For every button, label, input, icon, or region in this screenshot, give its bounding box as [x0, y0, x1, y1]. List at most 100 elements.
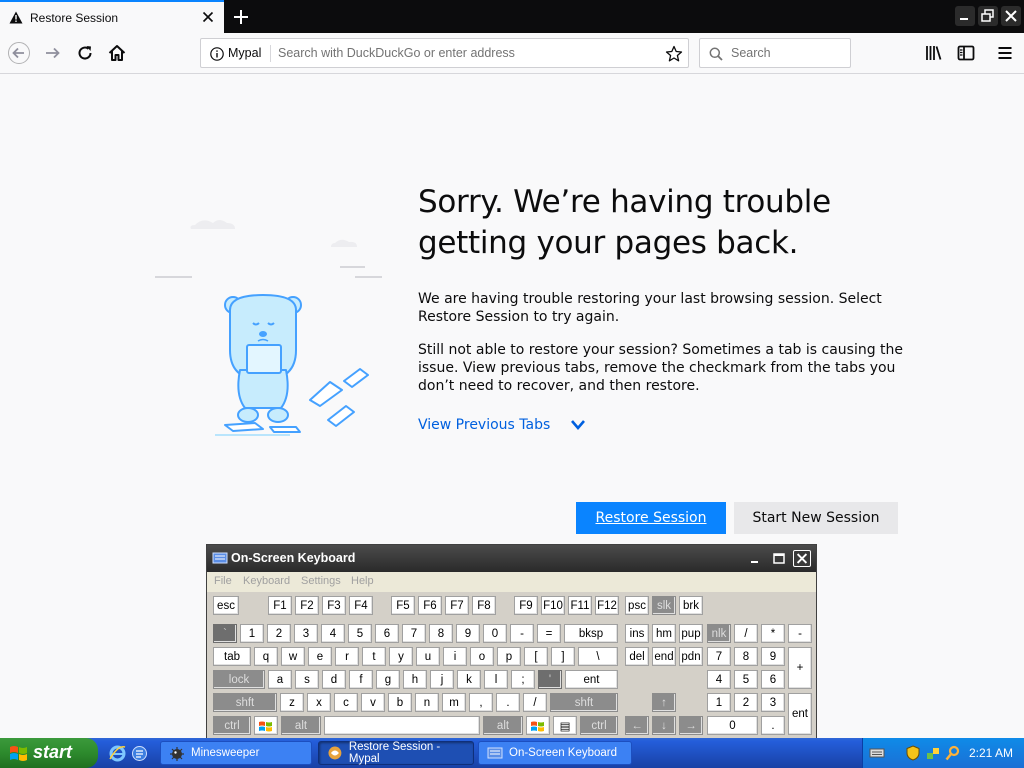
- osk-key-v[interactable]: v: [361, 693, 385, 712]
- osk-key-d[interactable]: d: [322, 670, 346, 689]
- restore-session-button[interactable]: Restore Session: [576, 502, 726, 534]
- osk-key-brk[interactable]: brk: [679, 596, 703, 615]
- osk-key-a[interactable]: a: [268, 670, 292, 689]
- osk-key-F3[interactable]: F3: [322, 596, 346, 615]
- osk-key-6[interactable]: 6: [375, 624, 399, 643]
- view-previous-tabs-link[interactable]: View Previous Tabs: [418, 417, 585, 433]
- osk-key-ins[interactable]: ins: [625, 624, 649, 643]
- keyboard-tray-icon[interactable]: [869, 745, 885, 761]
- osk-key-42[interactable]: *: [761, 624, 785, 643]
- osk-key-x[interactable]: x: [307, 693, 331, 712]
- osk-minimize-icon[interactable]: [746, 550, 764, 567]
- osk-key-9636[interactable]: ▤: [553, 716, 577, 735]
- search-bar[interactable]: [699, 38, 851, 68]
- osk-menu-settings[interactable]: Settings: [301, 575, 341, 587]
- osk-key-F8[interactable]: F8: [472, 596, 496, 615]
- osk-key-47[interactable]: /: [523, 693, 547, 712]
- osk-key-39[interactable]: ': [538, 670, 562, 689]
- osk-key-F12[interactable]: F12: [595, 596, 619, 615]
- osk-key-y[interactable]: y: [389, 647, 413, 666]
- osk-key-44[interactable]: ,: [469, 693, 493, 712]
- osk-key-k[interactable]: k: [457, 670, 481, 689]
- osk-key-46[interactable]: .: [761, 716, 785, 735]
- osk-key-43[interactable]: +: [788, 647, 812, 689]
- osk-key-win[interactable]: [526, 716, 550, 735]
- osk-key-5[interactable]: 5: [734, 670, 758, 689]
- osk-key-h[interactable]: h: [403, 670, 427, 689]
- osk-key-F7[interactable]: F7: [445, 596, 469, 615]
- tab-close-icon[interactable]: [200, 9, 216, 25]
- osk-titlebar[interactable]: On-Screen Keyboard: [207, 545, 816, 572]
- osk-key-4[interactable]: 4: [321, 624, 345, 643]
- window-restore-button[interactable]: [978, 6, 998, 26]
- osk-key-q[interactable]: q: [254, 647, 278, 666]
- osk-key-8[interactable]: 8: [429, 624, 453, 643]
- taskbar-item-on-screen-keyboard[interactable]: On-Screen Keyboard: [478, 741, 632, 765]
- osk-key-p[interactable]: p: [497, 647, 521, 666]
- bookmark-star-icon[interactable]: [665, 45, 683, 63]
- osk-key-8593[interactable]: ↑: [652, 693, 676, 712]
- sidebar-icon[interactable]: [955, 42, 977, 64]
- osk-key-ctrl[interactable]: ctrl: [213, 716, 251, 735]
- osk-key-5[interactable]: 5: [348, 624, 372, 643]
- osk-key-F6[interactable]: F6: [418, 596, 442, 615]
- osk-key-m[interactable]: m: [442, 693, 466, 712]
- osk-key-8595[interactable]: ↓: [652, 716, 676, 735]
- osk-key-shft[interactable]: shft: [550, 693, 618, 712]
- osk-key-F4[interactable]: F4: [349, 596, 373, 615]
- osk-key-u[interactable]: u: [416, 647, 440, 666]
- osk-key-t[interactable]: t: [362, 647, 386, 666]
- network-icon[interactable]: [925, 745, 941, 761]
- osk-key-1[interactable]: 1: [240, 624, 264, 643]
- osk-key-i[interactable]: i: [443, 647, 467, 666]
- osk-key-F1[interactable]: F1: [268, 596, 292, 615]
- url-input[interactable]: [278, 43, 648, 63]
- osk-key-8594[interactable]: →: [679, 716, 703, 735]
- osk-key-ent[interactable]: ent: [565, 670, 618, 689]
- new-tab-icon[interactable]: [230, 6, 252, 28]
- osk-key-pdn[interactable]: pdn: [679, 647, 703, 666]
- osk-key-r[interactable]: r: [335, 647, 359, 666]
- osk-key-w[interactable]: w: [281, 647, 305, 666]
- osk-key-45[interactable]: -: [510, 624, 534, 643]
- forward-icon[interactable]: [42, 42, 64, 64]
- osk-key-ctrl[interactable]: ctrl: [580, 716, 618, 735]
- tab-restore-session[interactable]: Restore Session: [0, 0, 224, 33]
- osk-key-ent[interactable]: ent: [788, 693, 812, 735]
- address-bar[interactable]: Mypal: [200, 38, 689, 68]
- osk-key-o[interactable]: o: [470, 647, 494, 666]
- osk-key-b[interactable]: b: [388, 693, 412, 712]
- osk-key-46[interactable]: .: [496, 693, 520, 712]
- osk-key-F2[interactable]: F2: [295, 596, 319, 615]
- window-minimize-button[interactable]: [955, 6, 975, 26]
- osk-menu-keyboard[interactable]: Keyboard: [243, 575, 290, 587]
- osk-key-2[interactable]: 2: [267, 624, 291, 643]
- osk-key-F5[interactable]: F5: [391, 596, 415, 615]
- osk-key-z[interactable]: z: [280, 693, 304, 712]
- osk-key-bksp[interactable]: bksp: [564, 624, 618, 643]
- osk-key-lock[interactable]: lock: [213, 670, 265, 689]
- osk-key-92[interactable]: \: [578, 647, 618, 666]
- osk-key-l[interactable]: l: [484, 670, 508, 689]
- security-shield-icon[interactable]: [905, 745, 921, 761]
- osk-key-f[interactable]: f: [349, 670, 373, 689]
- osk-key-7[interactable]: 7: [402, 624, 426, 643]
- osk-key-F11[interactable]: F11: [568, 596, 592, 615]
- osk-key-g[interactable]: g: [376, 670, 400, 689]
- osk-key-0[interactable]: 0: [707, 716, 758, 735]
- osk-key-end[interactable]: end: [652, 647, 676, 666]
- osk-key-2[interactable]: 2: [734, 693, 758, 712]
- osk-key-7[interactable]: 7: [707, 647, 731, 666]
- browser-quicklaunch-icon[interactable]: [131, 745, 148, 762]
- osk-key-hm[interactable]: hm: [652, 624, 676, 643]
- osk-key-c[interactable]: c: [334, 693, 358, 712]
- osk-key-4[interactable]: 4: [707, 670, 731, 689]
- osk-key-45[interactable]: -: [788, 624, 812, 643]
- osk-key-F10[interactable]: F10: [541, 596, 565, 615]
- osk-key-tab[interactable]: tab: [213, 647, 251, 666]
- osk-key-1[interactable]: 1: [707, 693, 731, 712]
- window-close-button[interactable]: [1001, 6, 1021, 26]
- osk-key-0[interactable]: 0: [483, 624, 507, 643]
- menu-icon[interactable]: [994, 42, 1016, 64]
- home-icon[interactable]: [106, 42, 128, 64]
